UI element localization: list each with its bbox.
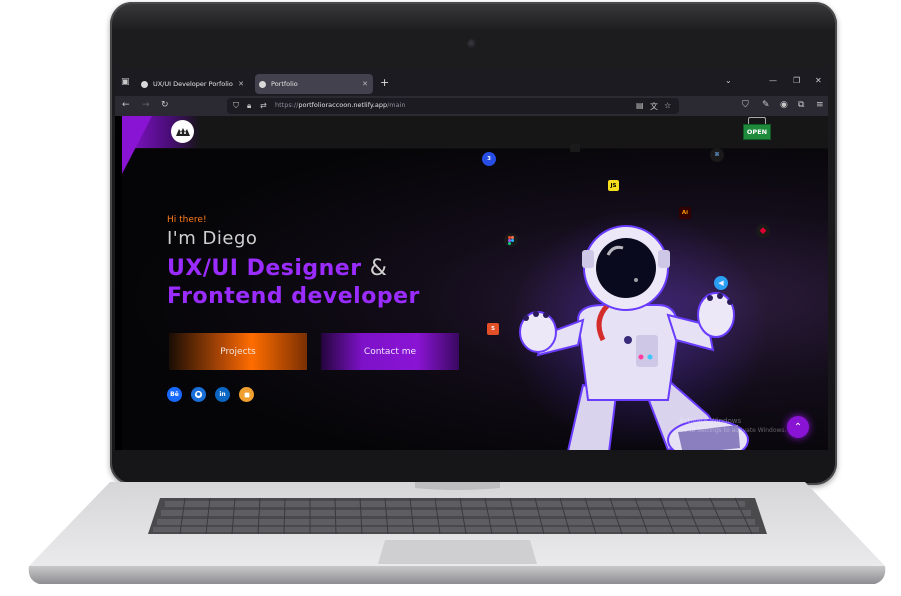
- laptop-base: [28, 482, 886, 584]
- html5-icon: 5: [487, 323, 499, 335]
- bookmark-star-icon[interactable]: ☆: [664, 101, 671, 110]
- behance-icon[interactable]: Bē: [167, 387, 182, 402]
- portfolio-page: OPEN Hi there! I'm Diego UX/UI Designer …: [122, 116, 828, 450]
- url-text: https://portfolioraccoon.netlify.app/mai…: [275, 101, 406, 109]
- shield-icon[interactable]: ⛉: [233, 101, 239, 111]
- typescript-icon: [570, 144, 580, 152]
- tab-label: Portfolio: [271, 80, 298, 88]
- ampersand: &: [369, 256, 388, 281]
- permissions-icon[interactable]: ⇄: [260, 101, 267, 110]
- role-line-2: Frontend developer: [167, 284, 420, 309]
- webcam-icon: [467, 39, 477, 49]
- browser-tab-bar: ▣ UX/UI Developer Porfolio ✕ Portfolio ✕…: [115, 70, 828, 96]
- new-tab-icon[interactable]: +: [380, 76, 389, 89]
- menu-icon[interactable]: ≡: [816, 100, 824, 110]
- translate-icon[interactable]: 文: [650, 101, 658, 112]
- forward-icon[interactable]: →: [142, 100, 150, 110]
- projects-button[interactable]: Projects: [169, 333, 307, 370]
- role-title: UX/UI Designer: [167, 256, 362, 281]
- greeting: Hi there!: [167, 215, 207, 225]
- site-header: OPEN: [122, 116, 828, 149]
- tab-close-icon[interactable]: ✕: [238, 80, 244, 88]
- close-window-icon[interactable]: ✕: [815, 76, 822, 85]
- minimize-icon[interactable]: —: [769, 76, 777, 85]
- watermark-title: Activate Windows: [679, 417, 742, 425]
- corner-accent: [122, 116, 152, 174]
- tools-icon[interactable]: ✎: [762, 100, 770, 110]
- tab-favicon-icon: [259, 80, 266, 88]
- address-bar[interactable]: ⛉ 🔒︎ ⇄ https://portfolioraccoon.netlify.…: [227, 98, 679, 114]
- tab-label: UX/UI Developer Porfolio: [153, 80, 233, 88]
- github-icon[interactable]: [191, 387, 206, 402]
- back-icon[interactable]: ←: [122, 100, 130, 110]
- extensions-icon[interactable]: ⧉: [798, 100, 804, 110]
- tab-list-chevron-icon[interactable]: ⌄: [725, 76, 732, 85]
- reload-icon[interactable]: ↻: [161, 100, 169, 110]
- raccoon-logo-icon: [175, 127, 190, 136]
- scroll-to-top-button[interactable]: ⌃: [787, 416, 809, 438]
- tab-developer-portfolio[interactable]: UX/UI Developer Porfolio ✕: [137, 74, 249, 94]
- tab-portfolio[interactable]: Portfolio ✕: [255, 74, 373, 94]
- contact-button[interactable]: Contact me: [321, 333, 459, 370]
- maximize-icon[interactable]: ❐: [793, 76, 800, 85]
- pocket-icon[interactable]: ⛉: [742, 100, 749, 110]
- css3-icon: 3: [482, 152, 496, 166]
- linkedin-icon[interactable]: in: [215, 387, 230, 402]
- javascript-icon: JS: [608, 180, 619, 191]
- account-icon[interactable]: ◉: [780, 100, 788, 110]
- sidebar-toggle-icon[interactable]: ▣: [121, 77, 130, 87]
- role-line-1: UX/UI Designer &: [167, 256, 387, 281]
- activate-windows-watermark: Activate Windows Go to Settings to activ…: [679, 416, 786, 436]
- blog-icon[interactable]: [239, 387, 254, 402]
- tab-favicon-icon: [141, 80, 148, 88]
- chevron-up-icon: ⌃: [793, 421, 803, 433]
- watermark-subtitle: Go to Settings to activate Windows.: [679, 427, 787, 434]
- browser-nav-bar: ← → ↻ ⛉ 🔒︎ ⇄ https://portfolioraccoon.ne…: [115, 96, 828, 116]
- reader-view-icon[interactable]: ▤: [636, 101, 644, 110]
- python-icon: ⌘: [710, 148, 724, 162]
- open-sign[interactable]: OPEN: [743, 124, 771, 140]
- lock-icon[interactable]: 🔒︎: [247, 101, 251, 111]
- laptop-screen: ▣ UX/UI Developer Porfolio ✕ Portfolio ✕…: [115, 70, 828, 450]
- intro-name: I'm Diego: [167, 228, 258, 249]
- astronaut-illustration: [508, 210, 768, 450]
- tab-close-icon[interactable]: ✕: [362, 80, 368, 88]
- site-logo[interactable]: [171, 120, 194, 143]
